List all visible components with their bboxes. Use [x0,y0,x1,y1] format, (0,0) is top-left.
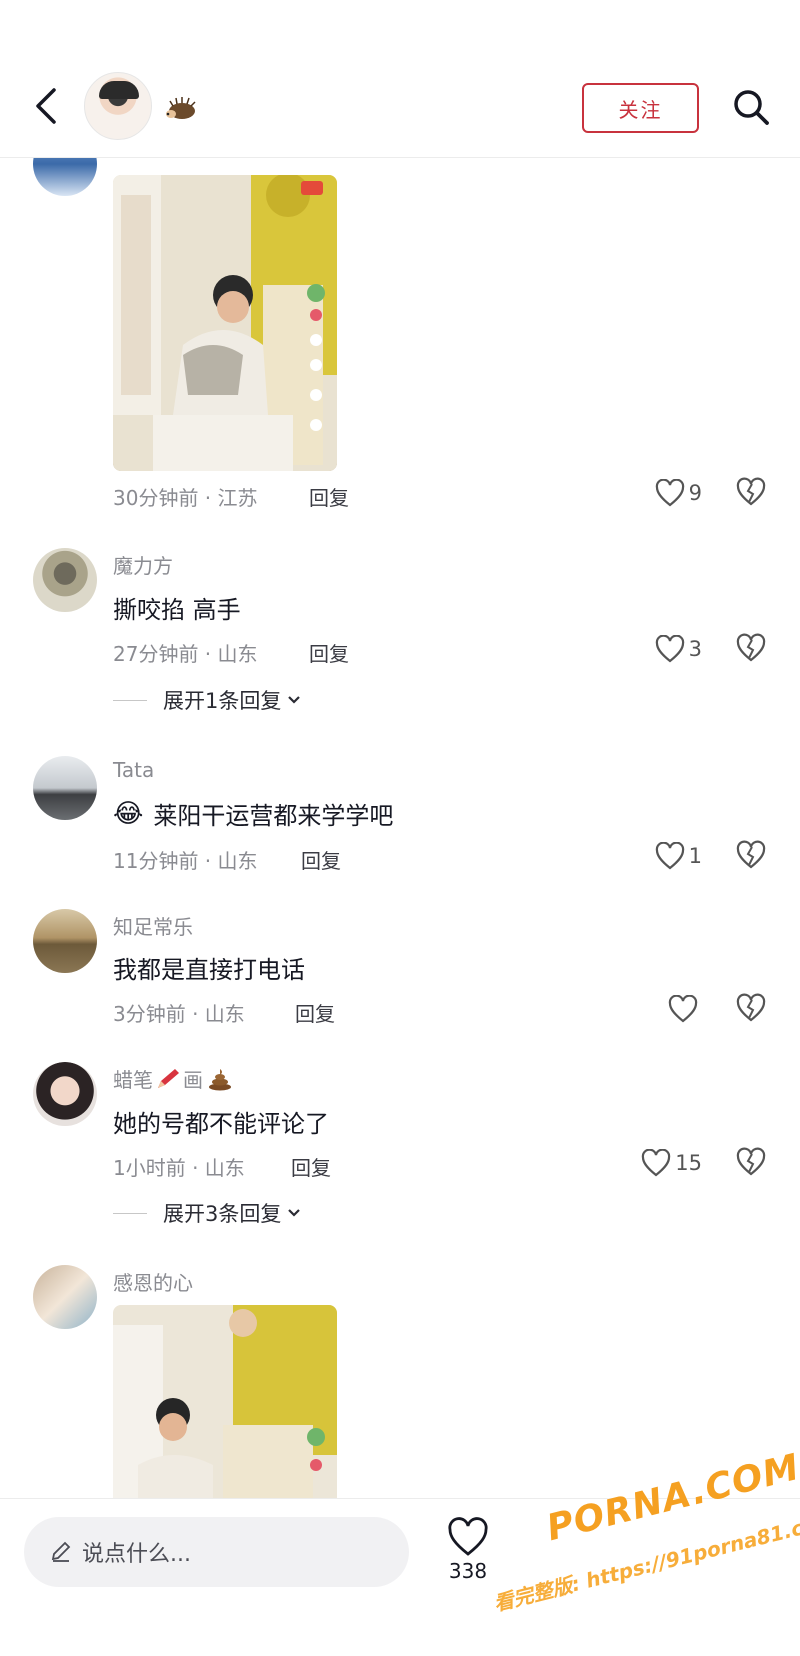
comment-image[interactable] [113,175,337,471]
dislike-icon[interactable] [736,840,766,870]
reply-button[interactable]: 回复 [295,998,335,1027]
expand-replies-label: 展开3条回复 [163,1202,282,1226]
comment-meta: 30分钟前 · 江苏 [113,486,258,510]
like-button[interactable]: 1 [655,842,702,870]
expand-replies-button[interactable]: 展开1条回复 [113,685,301,715]
commenter-name[interactable]: 魔力方 [113,550,173,579]
video-frame-illustration [113,1305,337,1505]
crayon-icon [158,1068,179,1088]
watermark: PORNA.COM 看完整版: https://91porna81.com [470,1427,800,1616]
search-icon[interactable] [730,86,772,128]
expand-replies-button[interactable]: 展开3条回复 [113,1198,301,1228]
like-count: 3 [688,637,702,661]
like-button[interactable]: 3 [655,635,702,663]
chevron-down-icon [288,1209,301,1217]
comment-meta: 3分钟前 · 山东 [113,1002,245,1026]
expand-replies-label: 展开1条回复 [163,689,282,713]
like-count: 15 [675,1151,702,1175]
reply-button[interactable]: 回复 [309,638,349,667]
commenter-avatar[interactable] [33,548,97,612]
comment-meta: 1小时前 · 山东 [113,1156,245,1180]
heart-icon [655,635,684,663]
comment-image[interactable] [113,1305,337,1505]
dislike-icon[interactable] [736,477,766,507]
commenter-name[interactable]: Tata [113,758,154,782]
video-frame-illustration [113,175,337,471]
back-arrow-icon[interactable] [30,86,64,126]
dislike-icon[interactable] [736,1147,766,1177]
bottom-bar: 说点什么... 338 PORNA.COM 看完整版: https://91po… [0,1447,800,1656]
comment-text: 撕咬掐 高手 [113,596,241,624]
heart-icon [642,1149,671,1177]
input-placeholder: 说点什么... [82,1542,191,1567]
commenter-avatar[interactable] [33,1265,97,1329]
comment-meta: 11分钟前 · 山东 [113,849,258,873]
commenter-avatar[interactable] [33,756,97,820]
comment-text: 她的号都不能评论了 [113,1110,329,1138]
like-button[interactable] [668,995,702,1023]
like-count: 1 [688,844,702,868]
heart-icon [655,842,684,870]
top-bar: 关注 [0,0,800,158]
heart-icon [668,995,698,1023]
commenter-name-row[interactable]: 蜡笔 画 [113,1064,233,1093]
laughing-emoji-icon: 😂 [113,798,144,829]
reply-button[interactable]: 回复 [291,1152,331,1181]
like-button[interactable]: 9 [655,479,702,507]
pencil-icon [51,1541,71,1562]
comment-text-row: 😂 莱阳干运营都来学学吧 [113,796,393,831]
author-avatar[interactable] [84,72,152,140]
commenter-avatar[interactable] [33,909,97,973]
commenter-avatar[interactable] [33,1062,97,1126]
reply-button[interactable]: 回复 [309,482,349,511]
hedgehog-icon [166,97,196,119]
divider [113,1212,147,1214]
dislike-icon[interactable] [736,633,766,663]
comment-text: 我都是直接打电话 [113,956,305,984]
reply-button[interactable]: 回复 [301,845,341,874]
comment-meta: 27分钟前 · 山东 [113,642,258,666]
poop-icon [209,1068,231,1090]
chevron-down-icon [288,696,301,704]
heart-icon [655,479,684,507]
commenter-name[interactable]: 感恩的心 [113,1267,193,1296]
divider [113,699,147,701]
like-count: 9 [688,481,702,505]
dislike-icon[interactable] [736,993,766,1023]
follow-button[interactable]: 关注 [582,83,699,133]
comment-text: 莱阳干运营都来学学吧 [153,802,394,830]
comment-input[interactable]: 说点什么... [24,1517,409,1587]
like-button[interactable]: 15 [641,1149,702,1177]
commenter-name-suffix: 画 [183,1068,203,1092]
commenter-name: 蜡笔 [113,1068,153,1092]
commenter-name[interactable]: 知足常乐 [113,911,193,940]
